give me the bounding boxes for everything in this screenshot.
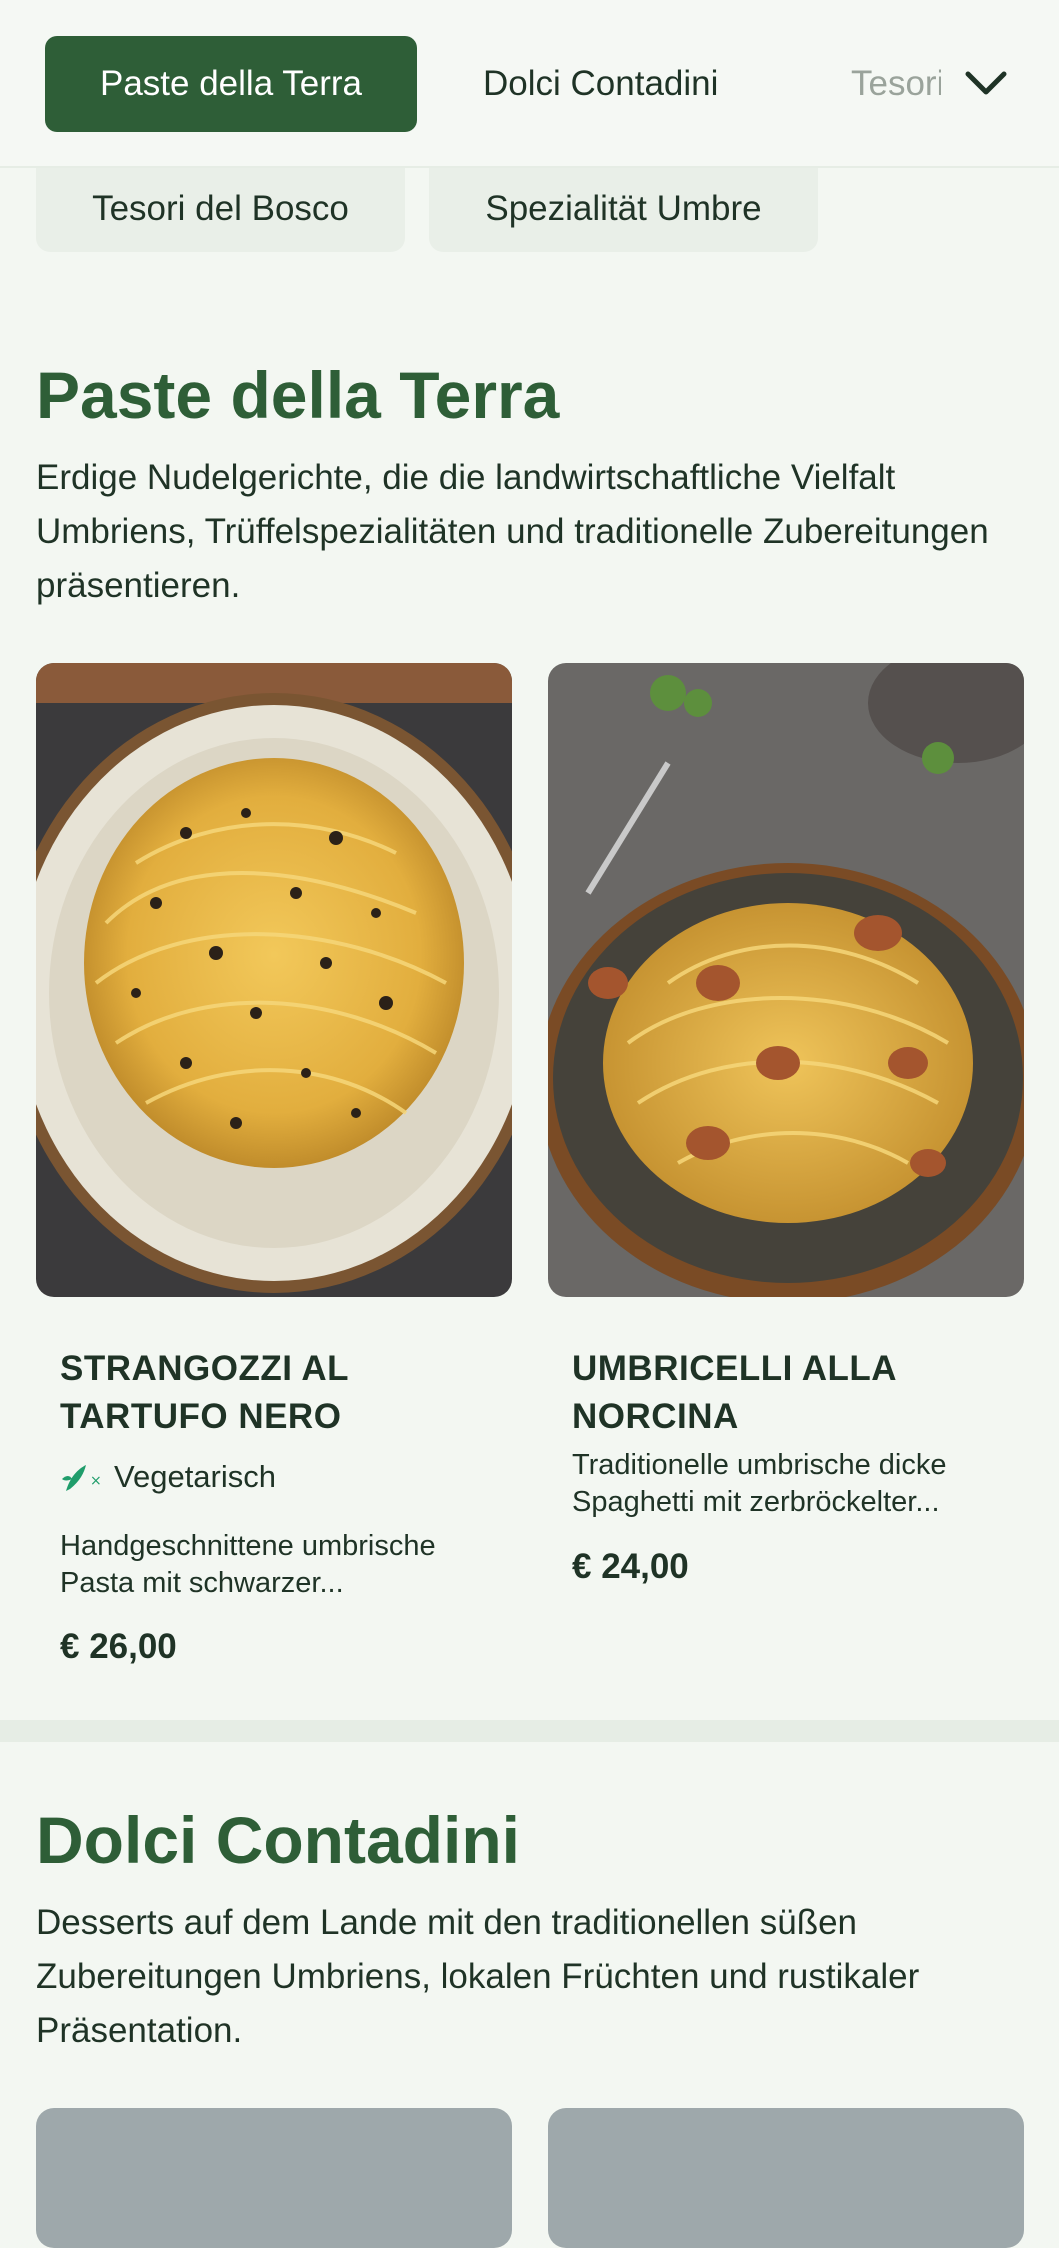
chevron-down-icon[interactable] [960,58,1012,110]
dish-photo-placeholder[interactable] [548,2108,1024,2248]
dish-photo-placeholder[interactable] [36,2108,512,2248]
dish-price-umbricelli: € 24,00 [572,1547,689,1586]
tab-dolci-contadini[interactable]: Dolci Contadini [483,36,718,132]
dish-description-strangozzi: Handgeschnittene umbrische Pasta mit sch… [60,1528,436,1602]
section-title: Paste della Terra [36,358,560,432]
dish-name-line-2: NORCINA [572,1397,739,1436]
section-title: Dolci Contadini [36,1803,520,1877]
tab-tesori-del-bosco[interactable]: Tesori del Bosco [851,36,941,132]
umbricelli-image [548,663,1024,1297]
dish-description-umbricelli: Traditionelle umbrische dicke Spaghetti … [572,1447,946,1521]
category-nav: Paste della Terra Dolci Contadini Tesori… [0,0,1059,168]
dish-desc-line-2: Spaghetti mit zerbröckelter... [572,1486,940,1518]
dish-desc-line-1: Handgeschnittene umbrische [60,1530,436,1562]
dish-photo-strangozzi[interactable] [36,663,512,1297]
dish-name-strangozzi[interactable]: STRANGOZZI AL TARTUFO NERO [60,1345,349,1441]
vegetarian-badge: × Vegetarisch [60,1455,276,1499]
dish-name-line-1: STRANGOZZI AL [60,1349,350,1388]
dish-desc-line-1: Traditionelle umbrische dicke [572,1449,947,1481]
dish-photo-umbricelli[interactable] [548,663,1024,1297]
section-description: Desserts auf dem Lande mit den tradition… [36,1903,920,2050]
tab-paste-della-terra[interactable]: Paste della Terra [45,36,417,132]
strangozzi-image [36,663,512,1297]
vegetarian-label: Vegetarisch [114,1459,276,1494]
dish-name-umbricelli[interactable]: UMBRICELLI ALLA NORCINA [572,1345,897,1441]
dish-desc-line-2: Pasta mit schwarzer... [60,1567,344,1599]
dish-name-line-2: TARTUFO NERO [60,1397,342,1436]
chip-spezialitat-umbre[interactable]: Spezialität Umbre [429,166,818,252]
dish-name-line-1: UMBRICELLI ALLA [572,1349,898,1388]
svg-text:×: × [90,1473,100,1489]
section-divider [0,1720,1059,1742]
vegetarian-icon: × [62,1465,100,1491]
section-description: Erdige Nudelgerichte, die die landwirtsc… [36,458,989,605]
chip-tesori-del-bosco[interactable]: Tesori del Bosco [36,166,405,252]
dish-price-strangozzi: € 26,00 [60,1627,177,1666]
